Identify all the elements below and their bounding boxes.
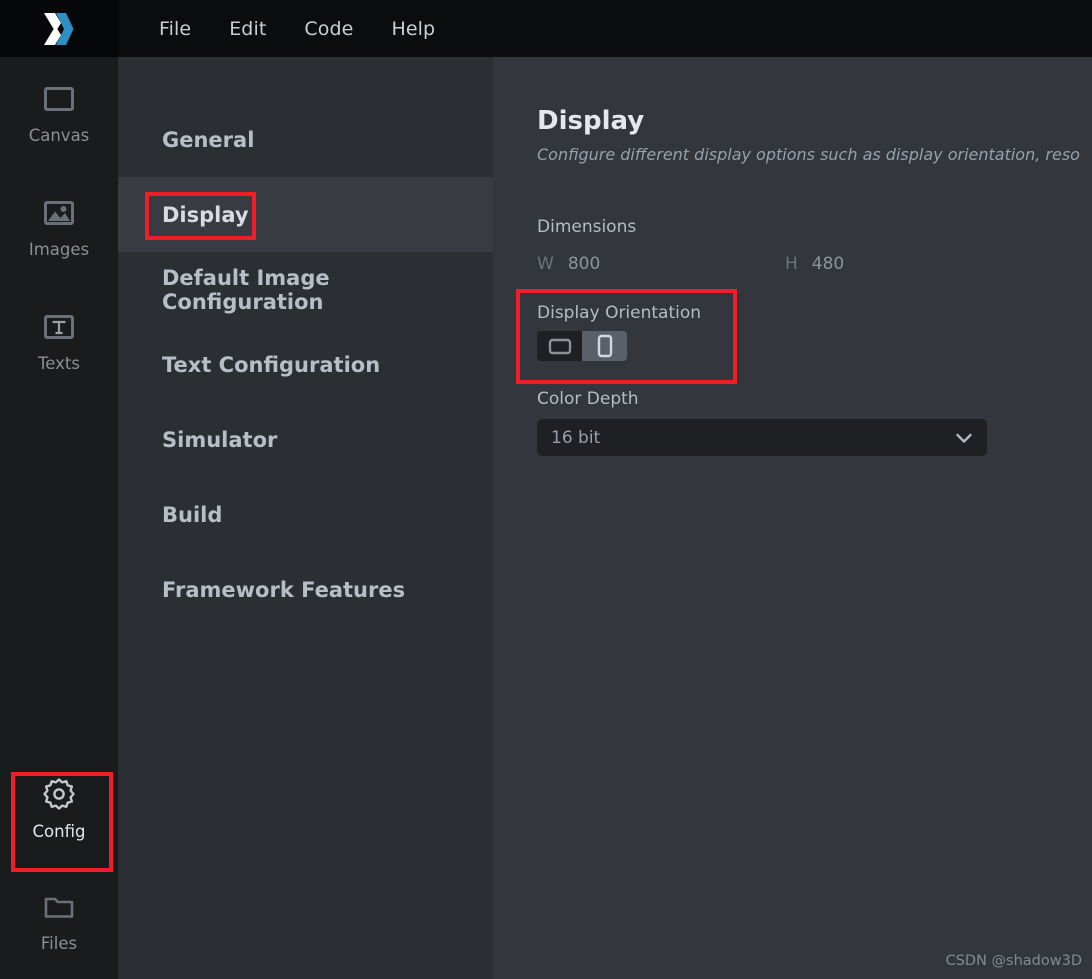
folder-icon	[44, 897, 74, 918]
menu-item-help[interactable]: Help	[372, 12, 454, 46]
dimensions-label: Dimensions	[537, 217, 637, 237]
height-field[interactable]: H 480	[785, 254, 844, 274]
app-logo[interactable]	[0, 0, 118, 57]
rail-item-label: Canvas	[28, 126, 90, 145]
page-title: Display	[537, 106, 645, 136]
rail-item-config[interactable]: Config	[0, 775, 118, 841]
display-orientation-group	[537, 331, 627, 361]
height-key: H	[785, 254, 798, 274]
display-orientation-label: Display Orientation	[537, 303, 702, 323]
main-content: Display Configure different display opti…	[493, 57, 1092, 979]
page-subtitle: Configure different display options such…	[537, 145, 1080, 164]
rail-item-canvas[interactable]: Canvas	[0, 81, 118, 145]
rail-item-texts[interactable]: Texts	[0, 309, 118, 373]
orientation-portrait-button[interactable]	[582, 331, 627, 361]
menu-item-code[interactable]: Code	[285, 12, 372, 46]
menu-item-list: File Edit Code Help	[118, 0, 454, 57]
left-rail: Canvas Images Texts Config Files	[0, 57, 118, 979]
text-icon	[44, 315, 74, 339]
nav-item-framework-features[interactable]: Framework Features	[118, 552, 493, 627]
nav-item-general[interactable]: General	[118, 102, 493, 177]
orientation-landscape-button[interactable]	[537, 331, 582, 361]
menu-bar: File Edit Code Help	[0, 0, 1092, 57]
chevron-down-icon	[956, 433, 972, 443]
nav-item-simulator[interactable]: Simulator	[118, 402, 493, 477]
color-depth-label: Color Depth	[537, 389, 639, 409]
watermark: CSDN @shadow3D	[945, 953, 1082, 969]
menu-item-edit[interactable]: Edit	[210, 12, 285, 46]
nav-item-default-image-configuration[interactable]: Default Image Configuration	[118, 252, 493, 327]
rail-item-label: Texts	[38, 354, 80, 373]
nav-item-build[interactable]: Build	[118, 477, 493, 552]
app-window: File Edit Code Help Canvas Images Texts …	[0, 0, 1092, 979]
settings-nav-panel: General Display Default Image Configurat…	[118, 57, 493, 979]
width-field[interactable]: W 800	[537, 254, 600, 274]
color-depth-value: 16 bit	[551, 427, 601, 448]
portrait-icon	[597, 334, 612, 358]
rail-item-label: Files	[40, 934, 78, 953]
width-key: W	[537, 254, 554, 274]
rail-item-label: Images	[28, 240, 90, 259]
rail-item-label: Config	[32, 822, 86, 841]
x-logo-icon	[44, 12, 74, 45]
nav-item-text-configuration[interactable]: Text Configuration	[118, 327, 493, 402]
height-value: 480	[811, 254, 845, 274]
image-icon	[44, 201, 74, 225]
rail-item-images[interactable]: Images	[0, 195, 118, 259]
nav-item-display[interactable]: Display	[118, 177, 493, 252]
rail-item-files[interactable]: Files	[0, 889, 118, 953]
color-depth-select[interactable]: 16 bit	[537, 419, 987, 456]
menu-item-file[interactable]: File	[140, 12, 210, 46]
canvas-icon	[44, 87, 74, 111]
gear-icon	[43, 778, 75, 810]
width-value: 800	[567, 254, 601, 274]
landscape-icon	[548, 338, 571, 355]
